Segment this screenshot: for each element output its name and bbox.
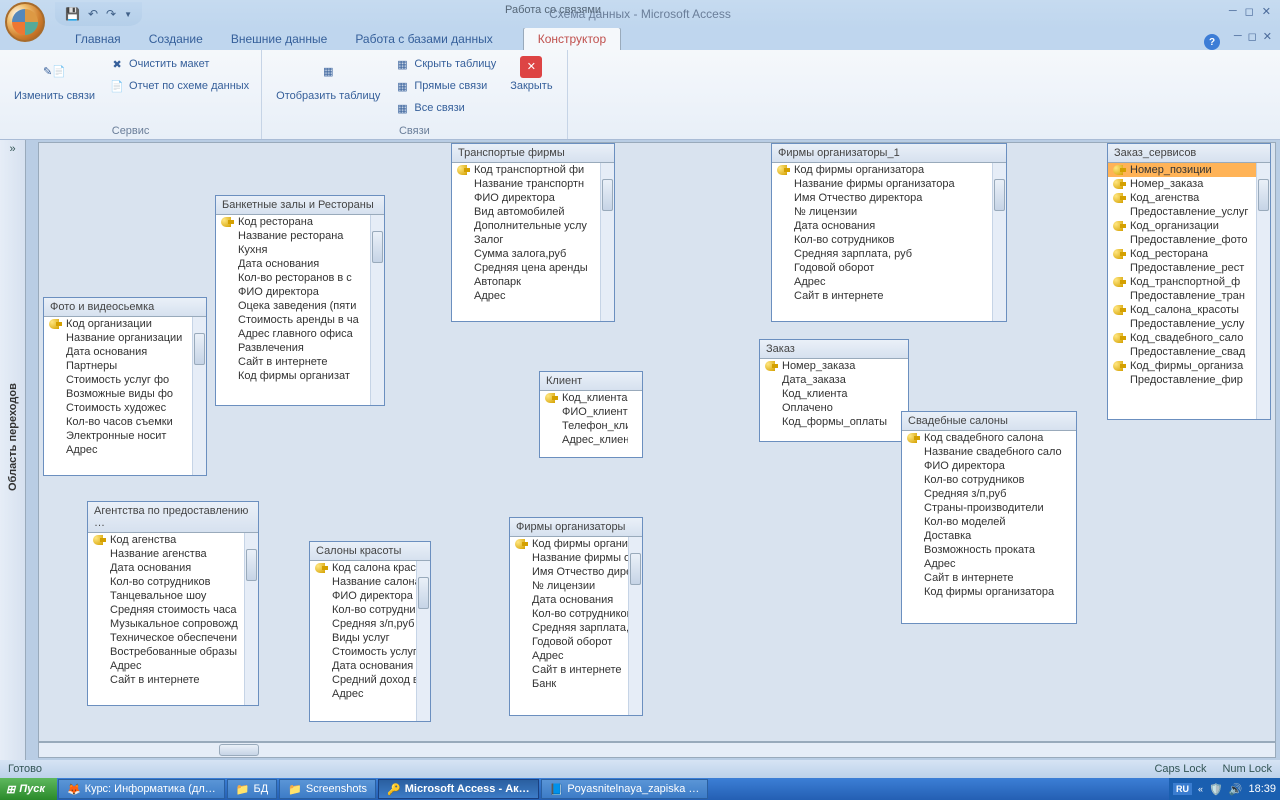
clear-icon: ✖: [109, 56, 125, 72]
table-wedding[interactable]: Свадебные салоны Код свадебного салона Н…: [901, 411, 1077, 624]
scrollbar[interactable]: [1256, 163, 1270, 419]
table-salon[interactable]: Салоны красоты Код салона красот Названи…: [309, 541, 431, 722]
close-relations-icon: ✕: [520, 56, 542, 78]
table-photo[interactable]: Фото и видеосьемка Код организации Назва…: [43, 297, 207, 476]
taskbar-item-active[interactable]: 🔑Microsoft Access - Ак…: [378, 779, 539, 799]
mdi-minimize-icon[interactable]: ─: [1234, 30, 1242, 43]
firefox-icon: 🦊: [67, 783, 81, 796]
horizontal-scrollbar[interactable]: [38, 742, 1276, 758]
edit-relationships-icon: ✎📄: [39, 56, 71, 88]
status-capslock: Caps Lock: [1154, 763, 1206, 775]
system-tray[interactable]: RU « 🛡️ 🔊 18:39: [1169, 778, 1280, 800]
table-banquet[interactable]: Банкетные залы и Рестораны Код ресторана…: [215, 195, 385, 406]
table-org[interactable]: Фирмы организаторы Код фирмы организа На…: [509, 517, 643, 716]
start-button[interactable]: ⊞Пуск: [0, 778, 57, 800]
scrollbar[interactable]: [628, 537, 642, 715]
tab-design[interactable]: Конструктор: [523, 27, 621, 50]
scrollbar[interactable]: [992, 163, 1006, 321]
show-table-button[interactable]: ▦ Отобразить таблицу: [268, 52, 388, 106]
status-bar: Готово Caps Lock Num Lock: [0, 760, 1280, 778]
ribbon: ✎📄 Изменить связи ✖Очистить макет 📄Отчет…: [0, 50, 1280, 140]
tray-chevron-icon[interactable]: «: [1198, 784, 1203, 794]
tray-icon[interactable]: 🛡️: [1209, 783, 1223, 796]
table-services[interactable]: Заказ_сервисов Номер_позиции Номер_заказ…: [1107, 143, 1271, 420]
language-indicator[interactable]: RU: [1173, 783, 1192, 795]
scrollbar[interactable]: [370, 215, 384, 405]
hide-table-icon: ▦: [394, 56, 410, 72]
direct-relations-icon: ▦: [394, 78, 410, 94]
table-agency[interactable]: Агентства по предоставлению … Код агенст…: [87, 501, 259, 706]
expand-nav-icon[interactable]: »: [4, 143, 22, 159]
status-numlock: Num Lock: [1222, 763, 1272, 775]
taskbar: ⊞Пуск 🦊Курс: Информатика (дл… 📁БД 📁Scree…: [0, 778, 1280, 800]
close-icon[interactable]: ✕: [1259, 4, 1274, 19]
scrollbar[interactable]: [244, 533, 258, 705]
hide-table-button[interactable]: ▦Скрыть таблицу: [390, 54, 500, 74]
scrollbar[interactable]: [600, 163, 614, 321]
taskbar-item[interactable]: 📁БД: [227, 779, 277, 799]
folder-icon: 📁: [288, 783, 302, 796]
table-order[interactable]: Заказ Номер_заказа Дата_заказа Код_клиен…: [759, 339, 909, 442]
taskbar-item[interactable]: 📘Poyasnitelnaya_zapiska …: [541, 779, 709, 799]
table-client[interactable]: Клиент Код_клиента ФИО_клиента Телефон_к…: [539, 371, 643, 458]
all-relations-icon: ▦: [394, 100, 410, 116]
minimize-icon[interactable]: ─: [1226, 4, 1240, 19]
group-label-tools: Сервис: [6, 124, 255, 137]
ribbon-tabs: Главная Создание Внешние данные Работа с…: [0, 28, 1280, 50]
contextual-tab-title: Работа со связями: [505, 4, 601, 16]
tray-icon[interactable]: 🔊: [1229, 783, 1243, 796]
close-button[interactable]: ✕ Закрыть: [502, 52, 560, 96]
word-icon: 📘: [550, 783, 564, 796]
relationships-canvas[interactable]: 1 ∞ 1 ∞ 1 ∞ 1∞ 1 ∞ 1 1 1∞ 1 ∞ Фото и вид…: [38, 142, 1276, 742]
all-relations-button[interactable]: ▦Все связи: [390, 98, 500, 118]
scrollbar[interactable]: [192, 317, 206, 475]
group-label-relations: Связи: [268, 124, 560, 137]
clock[interactable]: 18:39: [1248, 783, 1276, 795]
access-icon: 🔑: [387, 783, 401, 796]
edit-relationships-button[interactable]: ✎📄 Изменить связи: [6, 52, 103, 106]
mdi-restore-icon[interactable]: ◻: [1248, 30, 1257, 43]
folder-icon: 📁: [236, 783, 250, 796]
table-transport[interactable]: Транспортые фирмы Код транспортной фи На…: [451, 143, 615, 322]
tab-create[interactable]: Создание: [135, 28, 217, 50]
taskbar-item[interactable]: 📁Screenshots: [279, 779, 376, 799]
status-ready: Готово: [8, 763, 42, 775]
navigation-pane-collapsed[interactable]: » Область переходов: [0, 140, 26, 760]
table-org-1[interactable]: Фирмы организаторы_1 Код фирмы организат…: [771, 143, 1007, 322]
nav-pane-label: Область переходов: [7, 381, 19, 491]
tab-external[interactable]: Внешние данные: [217, 28, 342, 50]
restore-icon[interactable]: ◻: [1242, 4, 1257, 19]
help-icon[interactable]: ?: [1204, 34, 1220, 50]
document-area: » Область переходов 1 ∞ 1 ∞ 1 ∞ 1∞ 1 ∞ 1…: [0, 140, 1280, 760]
clear-layout-button[interactable]: ✖Очистить макет: [105, 54, 253, 74]
relationship-report-button[interactable]: 📄Отчет по схеме данных: [105, 76, 253, 96]
report-icon: 📄: [109, 78, 125, 94]
direct-relations-button[interactable]: ▦Прямые связи: [390, 76, 500, 96]
windows-logo-icon: ⊞: [6, 783, 15, 796]
tab-home[interactable]: Главная: [61, 28, 135, 50]
office-button[interactable]: [5, 2, 45, 42]
scrollbar[interactable]: [416, 561, 430, 721]
taskbar-item[interactable]: 🦊Курс: Информатика (дл…: [58, 779, 225, 799]
window-title: Схема данных - Microsoft Access: [0, 7, 1280, 21]
show-table-icon: ▦: [312, 56, 344, 88]
mdi-close-icon[interactable]: ✕: [1263, 30, 1272, 43]
title-bar: 💾 ↶ ↷ ▼ Схема данных - Microsoft Access …: [0, 0, 1280, 28]
tab-dbtools[interactable]: Работа с базами данных: [341, 28, 506, 50]
